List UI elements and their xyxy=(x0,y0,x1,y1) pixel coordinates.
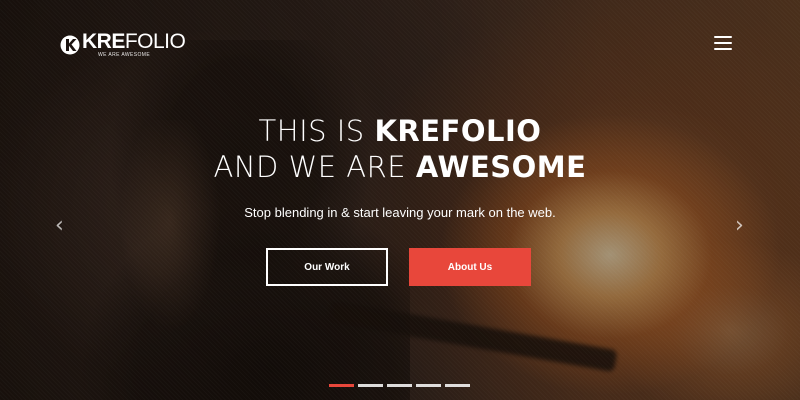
headline-line-2: AND WE ARE AWESOME xyxy=(0,149,800,185)
logo-wordmark: KREFOLIO xyxy=(82,30,186,53)
headline-line-1: THIS IS KREFOLIO xyxy=(0,113,800,149)
menu-bar xyxy=(714,42,732,44)
chevron-right-icon[interactable]: › xyxy=(735,215,744,237)
headline-line-2-light: AND WE ARE xyxy=(213,150,416,184)
menu-bar xyxy=(714,48,732,50)
site-logo[interactable]: KREFOLIO WE ARE AWESOME xyxy=(60,30,186,58)
krefolio-logo-icon xyxy=(60,35,80,54)
slide-dot-5[interactable] xyxy=(445,384,470,387)
headline-line-1-bold: KREFOLIO xyxy=(374,114,542,148)
background-dark-overlay xyxy=(0,0,800,400)
menu-bar xyxy=(714,36,732,38)
chevron-left-icon[interactable]: ‹ xyxy=(55,215,64,237)
our-work-button[interactable]: Our Work xyxy=(266,248,388,286)
logo-word-light: FOLIO xyxy=(124,30,186,53)
hero-headline: THIS IS KREFOLIO AND WE ARE AWESOME xyxy=(0,113,800,185)
slide-dot-2[interactable] xyxy=(358,384,383,387)
headline-line-2-bold: AWESOME xyxy=(415,150,587,184)
logo-word-bold: KRE xyxy=(82,30,125,53)
slide-dot-4[interactable] xyxy=(416,384,441,387)
logo-tagline: WE ARE AWESOME xyxy=(98,52,151,58)
hero-subtitle: Stop blending in & start leaving your ma… xyxy=(244,205,556,220)
background-person-silhouette xyxy=(70,40,410,400)
headline-line-1-light: THIS IS xyxy=(258,114,375,148)
slide-dot-3[interactable] xyxy=(387,384,412,387)
slider-pagination xyxy=(329,384,470,387)
slide-dot-1[interactable] xyxy=(329,384,354,387)
about-us-button[interactable]: About Us xyxy=(409,248,531,286)
background-firewood-log xyxy=(328,300,618,373)
hamburger-menu-icon[interactable] xyxy=(714,36,732,50)
hero-section: KREFOLIO WE ARE AWESOME THIS IS KREFOLIO… xyxy=(0,0,800,400)
